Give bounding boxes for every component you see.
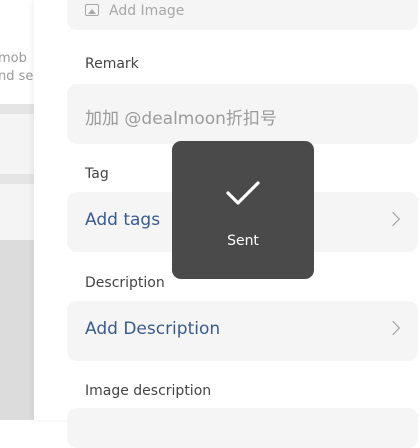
remark-label: Remark bbox=[85, 56, 139, 72]
image-description-label: Image description bbox=[85, 383, 212, 399]
add-description-text: Add Description bbox=[85, 319, 221, 339]
remark-placeholder: 加加 @dealmoon折扣号 bbox=[85, 109, 277, 129]
checkmark-icon bbox=[226, 181, 260, 205]
background-block bbox=[0, 114, 34, 174]
background-panel bbox=[0, 240, 34, 420]
image-icon bbox=[85, 4, 99, 16]
background-text-line-1: mob bbox=[0, 51, 27, 66]
background-page: mob nd se bbox=[0, 0, 34, 420]
background-block bbox=[0, 184, 34, 240]
toast-text: Sent bbox=[227, 233, 259, 249]
image-description-input[interactable] bbox=[67, 408, 418, 448]
background-divider bbox=[0, 174, 34, 184]
add-tags-text: Add tags bbox=[85, 210, 161, 230]
chevron-right-icon bbox=[385, 320, 401, 336]
sent-toast: Sent bbox=[172, 141, 314, 279]
description-label: Description bbox=[85, 275, 165, 291]
background-divider bbox=[0, 104, 34, 114]
background-text-line-2: nd se bbox=[0, 69, 34, 84]
tag-label: Tag bbox=[85, 166, 109, 182]
add-image-button[interactable]: Add Image bbox=[67, 0, 418, 30]
chevron-right-icon bbox=[385, 211, 401, 227]
remark-input[interactable]: 加加 @dealmoon折扣号 bbox=[67, 84, 418, 144]
add-image-label: Add Image bbox=[109, 3, 185, 19]
add-description-row[interactable]: Add Description bbox=[67, 301, 418, 361]
